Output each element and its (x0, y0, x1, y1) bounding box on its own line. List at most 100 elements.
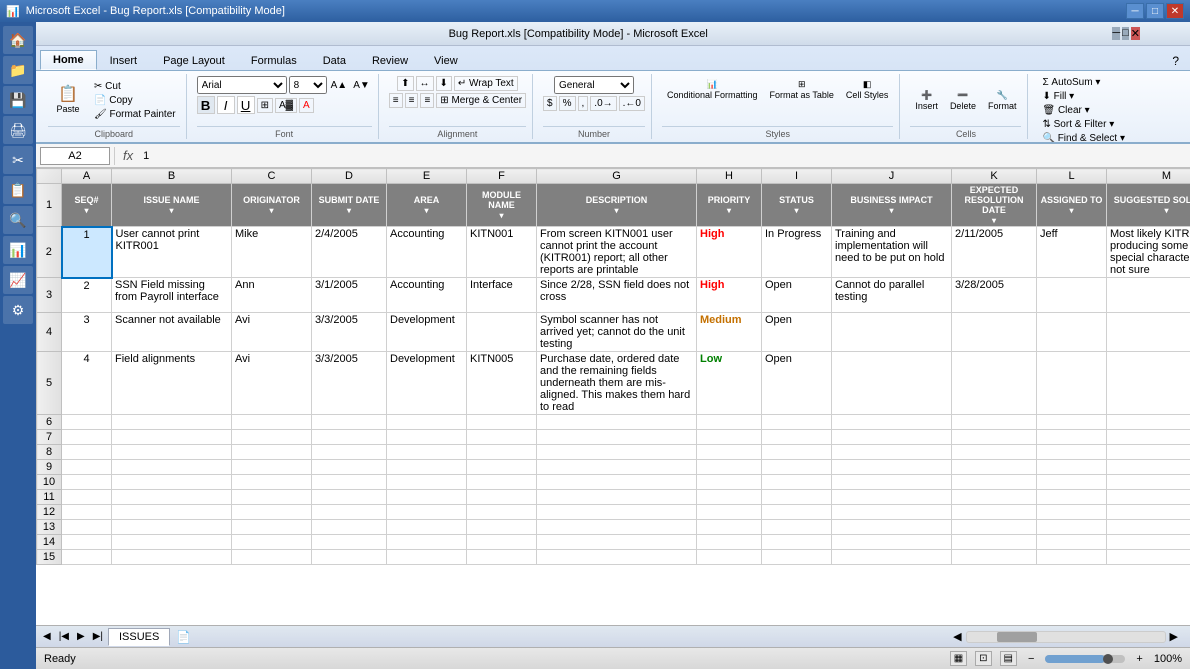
view-page-break-btn[interactable]: ▤ (1000, 651, 1017, 666)
font-color-btn[interactable]: A (299, 98, 314, 113)
sheet-nav-next[interactable]: ▶ (74, 631, 88, 642)
tab-formulas[interactable]: Formulas (238, 51, 310, 70)
font-size-select[interactable]: 8 (289, 76, 327, 94)
cell-A5[interactable]: 4 (62, 352, 112, 415)
sidebar-graph-icon[interactable]: 📈 (3, 266, 33, 294)
conditional-formatting-btn[interactable]: 📊 Conditional Formatting (662, 76, 763, 103)
paste-button[interactable]: 📋 Paste (48, 83, 88, 117)
cell-H4[interactable]: Medium (697, 313, 762, 352)
restore-btn[interactable]: □ (1146, 3, 1164, 19)
cell-M2[interactable]: Most likely KITR001 is producing some sp… (1107, 227, 1190, 278)
cell-H5[interactable]: Low (697, 352, 762, 415)
cell-L1[interactable]: ASSIGNED TO▾ (1037, 184, 1107, 227)
cell-M4[interactable] (1107, 313, 1190, 352)
cell-B3[interactable]: SSN Field missing from Payroll interface (112, 278, 232, 313)
row-header-10[interactable]: 10 (37, 475, 62, 490)
sheet-tab-issues[interactable]: ISSUES (108, 628, 170, 646)
cell-G1[interactable]: DESCRIPTION▾ (537, 184, 697, 227)
cell-F3[interactable]: Interface (467, 278, 537, 313)
align-bottom-btn[interactable]: ⬇ (436, 76, 452, 91)
formula-input[interactable] (141, 147, 1186, 165)
view-layout-btn[interactable]: ⊡ (975, 651, 991, 666)
col-header-C[interactable]: C (232, 169, 312, 184)
col-header-A[interactable]: A (62, 169, 112, 184)
row-header-3[interactable]: 3 (37, 278, 62, 313)
autosum-btn[interactable]: Σ AutoSum ▾ (1038, 76, 1104, 89)
align-center-btn[interactable]: ≡ (405, 93, 419, 108)
cell-B1[interactable]: ISSUE NAME▾ (112, 184, 232, 227)
cell-A4[interactable]: 3 (62, 313, 112, 352)
cell-C4[interactable]: Avi (232, 313, 312, 352)
sheet-nav-first[interactable]: |◀ (56, 631, 72, 642)
format-cells-btn[interactable]: 🔧 Format (983, 87, 1022, 114)
inner-close-btn[interactable]: ✕ (1131, 27, 1140, 40)
tab-page-layout[interactable]: Page Layout (150, 51, 238, 70)
sidebar-print-icon[interactable]: 🖨 (3, 116, 33, 144)
cell-K1[interactable]: EXPECTED RESOLUTION DATE▾ (952, 184, 1037, 227)
cell-J1[interactable]: BUSINESS IMPACT▾ (832, 184, 952, 227)
cell-I4[interactable]: Open (762, 313, 832, 352)
increase-font-btn[interactable]: A▲ (329, 79, 350, 92)
tab-review[interactable]: Review (359, 51, 421, 70)
cell-D2[interactable]: 2/4/2005 (312, 227, 387, 278)
row-header-2[interactable]: 2 (37, 227, 62, 278)
sidebar-cut-icon[interactable]: ✂ (3, 146, 33, 174)
inner-restore-btn[interactable]: □ (1122, 27, 1129, 40)
cell-G3[interactable]: Since 2/28, SSN field does not cross (537, 278, 697, 313)
sidebar-copy-icon[interactable]: 📋 (3, 176, 33, 204)
horizontal-scrollbar[interactable] (966, 631, 1166, 643)
cell-D4[interactable]: 3/3/2005 (312, 313, 387, 352)
comma-btn[interactable]: , (578, 96, 589, 111)
help-btn[interactable]: ? (1165, 51, 1186, 70)
col-header-D[interactable]: D (312, 169, 387, 184)
fill-btn[interactable]: ⬇ Fill ▾ (1038, 90, 1078, 103)
col-header-I[interactable]: I (762, 169, 832, 184)
cell-C1[interactable]: ORIGINATOR▾ (232, 184, 312, 227)
copy-button[interactable]: 📄 Copy (90, 94, 180, 107)
format-painter-button[interactable]: 🖌 Format Painter (90, 108, 180, 121)
underline-btn[interactable]: U (237, 96, 255, 114)
delete-cells-btn[interactable]: ➖ Delete (945, 87, 981, 114)
sheet-nav-last[interactable]: ▶| (90, 631, 106, 642)
tab-data[interactable]: Data (310, 51, 359, 70)
border-btn[interactable]: ⊞ (257, 98, 273, 113)
inner-minimize-btn[interactable]: ─ (1112, 27, 1120, 40)
col-header-K[interactable]: K (952, 169, 1037, 184)
cell-G4[interactable]: Symbol scanner has not arrived yet; cann… (537, 313, 697, 352)
cell-D3[interactable]: 3/1/2005 (312, 278, 387, 313)
cell-G5[interactable]: Purchase date, ordered date and the rema… (537, 352, 697, 415)
cell-E3[interactable]: Accounting (387, 278, 467, 313)
cell-L4[interactable] (1037, 313, 1107, 352)
merge-center-btn[interactable]: ⊞ Merge & Center (436, 93, 526, 108)
cell-D1[interactable]: SUBMIT DATE▾ (312, 184, 387, 227)
minimize-btn[interactable]: ─ (1126, 3, 1144, 19)
align-right-btn[interactable]: ≡ (420, 93, 434, 108)
cell-J3[interactable]: Cannot do parallel testing (832, 278, 952, 313)
close-btn[interactable]: ✕ (1166, 3, 1184, 19)
cell-D5[interactable]: 3/3/2005 (312, 352, 387, 415)
cell-C5[interactable]: Avi (232, 352, 312, 415)
cell-A1[interactable]: SEQ#▾ (62, 184, 112, 227)
cell-styles-btn[interactable]: ◧ Cell Styles (841, 76, 894, 103)
insert-cells-btn[interactable]: ➕ Insert (910, 87, 943, 114)
row-header-4[interactable]: 4 (37, 313, 62, 352)
col-header-L[interactable]: L (1037, 169, 1107, 184)
sort-filter-btn[interactable]: ⇅ Sort & Filter ▾ (1038, 118, 1118, 131)
cell-M3[interactable] (1107, 278, 1190, 313)
sidebar-search-icon[interactable]: 🔍 (3, 206, 33, 234)
row-header-12[interactable]: 12 (37, 505, 62, 520)
view-normal-btn[interactable]: ▦ (950, 651, 967, 666)
cell-K4[interactable] (952, 313, 1037, 352)
cell-K3[interactable]: 3/28/2005 (952, 278, 1037, 313)
format-as-table-btn[interactable]: ⊞ Format as Table (765, 76, 839, 103)
cell-A2[interactable]: 1 (62, 227, 112, 278)
wrap-text-btn[interactable]: ↵ Wrap Text (454, 76, 518, 91)
sidebar-save-icon[interactable]: 💾 (3, 86, 33, 114)
cell-A3[interactable]: 2 (62, 278, 112, 313)
scroll-right-btn[interactable]: ▶ (1170, 630, 1178, 643)
col-header-M[interactable]: M (1107, 169, 1190, 184)
percent-btn[interactable]: % (559, 96, 576, 111)
clear-btn[interactable]: 🗑 Clear ▾ (1038, 104, 1093, 117)
row-header-1[interactable]: 1 (37, 184, 62, 227)
cell-I2[interactable]: In Progress (762, 227, 832, 278)
